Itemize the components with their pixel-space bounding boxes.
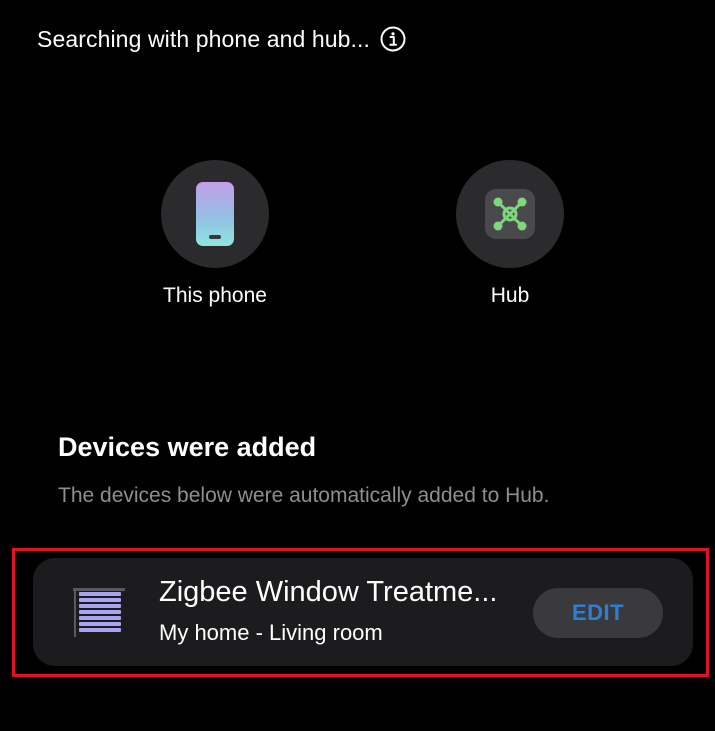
- devices-added-description: The devices below were automatically add…: [58, 484, 550, 507]
- source-hub: Hub: [430, 160, 590, 308]
- source-this-phone: This phone: [135, 160, 295, 308]
- devices-added-title: Devices were added: [58, 432, 317, 462]
- info-icon[interactable]: [380, 26, 406, 52]
- hub-label: Hub: [490, 284, 530, 307]
- hub-circle: [456, 160, 564, 268]
- phone-circle: [161, 160, 269, 268]
- this-phone-label: This phone: [163, 284, 267, 307]
- search-status-bar: Searching with phone and hub...: [37, 22, 406, 56]
- highlight-box: [12, 548, 709, 677]
- smartphone-icon: [196, 182, 234, 246]
- search-status-text: Searching with phone and hub...: [37, 25, 371, 52]
- hub-network-icon: [485, 189, 535, 239]
